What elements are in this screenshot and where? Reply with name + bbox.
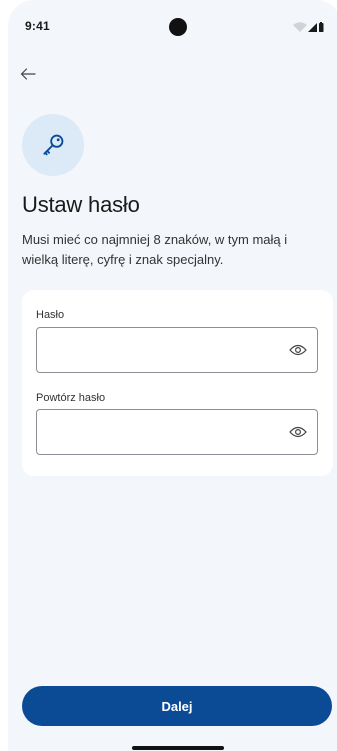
app-screen: 9:41 Ustaw hasło Musi mieć co najmniej 8… [8, 0, 337, 751]
repeat-password-input[interactable] [47, 410, 281, 456]
signal-icon [308, 23, 317, 32]
page-title: Ustaw hasło [22, 192, 140, 217]
password-label: Hasło [36, 309, 65, 321]
key-badge [22, 114, 84, 176]
key-icon [43, 134, 64, 156]
arrow-left-icon [20, 68, 36, 80]
phone-frame: 9:41 Ustaw hasło Musi mieć co najmniej 8… [0, 0, 337, 751]
next-button[interactable]: Dalej [22, 686, 332, 726]
battery-icon [319, 22, 324, 32]
repeat-password-field[interactable] [36, 409, 318, 456]
home-indicator [132, 746, 224, 750]
eye-icon [289, 426, 307, 438]
status-bar: 9:41 [8, 0, 337, 50]
status-icons [293, 22, 324, 32]
repeat-password-label: Powtórz hasło [36, 392, 106, 404]
back-button[interactable] [14, 60, 42, 88]
password-visibility-toggle[interactable] [287, 340, 309, 360]
status-time: 9:41 [25, 19, 50, 33]
page-description: Musi mieć co najmniej 8 znaków, w tym ma… [22, 232, 288, 267]
wifi-icon [293, 22, 307, 32]
eye-icon [289, 344, 307, 356]
repeat-password-visibility-toggle[interactable] [287, 422, 309, 442]
password-input[interactable] [47, 328, 281, 374]
password-field[interactable] [36, 327, 318, 374]
camera-cutout [169, 18, 187, 36]
password-form-card: Hasło Powtórz hasło [22, 290, 333, 476]
